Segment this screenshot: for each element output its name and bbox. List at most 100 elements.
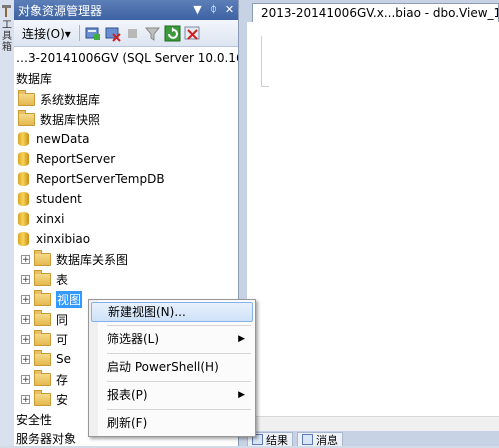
context-menu: 新建视图(N)... 筛选器(L) ▶ 启动 PowerShell(H) 报表(… [88,299,256,437]
tree-system-db-node[interactable]: 系统数据库 [18,89,100,109]
sub-item-label: 数据库关系图 [56,252,129,267]
system-db-label: 系统数据库 [40,92,101,107]
expand-icon[interactable]: + [21,314,30,324]
database-icon [18,172,29,186]
expand-icon[interactable]: + [21,354,30,364]
tree-server-objects-node[interactable]: 服务器对象 [16,428,76,446]
tree-diagrams-node[interactable]: + 数据库关系图 [21,249,128,269]
tree-synonyms-node[interactable]: + 同 [21,309,68,329]
menu-item-new-view[interactable]: 新建视图(N)... [91,302,253,322]
tab-messages[interactable]: 消息 [297,432,343,447]
expand-icon[interactable]: + [21,334,30,344]
stop-icon[interactable] [124,25,141,42]
folder-icon [34,269,51,286]
db-label: newData [36,132,90,146]
menu-item-refresh[interactable]: 刷新(F) [91,413,253,433]
tree-db-node[interactable]: ReportServerTempDB [16,169,165,189]
db-label: xinxibiao [36,232,91,246]
submenu-arrow-icon: ▶ [238,334,245,344]
db-label: xinxi [36,212,65,226]
sub-item-label: 存 [56,372,69,387]
refresh-icon[interactable] [164,25,181,42]
panel-title-bar: 对象资源管理器 ▼ ᛰ ✕ [14,0,238,20]
expand-icon[interactable]: + [21,254,30,264]
disconnect-icon[interactable] [104,25,121,42]
dropdown-icon[interactable]: ▼ [192,3,203,16]
server-objects-label: 服务器对象 [16,431,77,446]
folder-icon [34,289,51,306]
db-label: ReportServerTempDB [36,172,165,186]
view-design-surface[interactable] [247,22,499,416]
tab-view-designer[interactable]: 2013-20141006GV.x...biao - dbo.View_1* [252,3,499,22]
menu-item-powershell[interactable]: 启动 PowerShell(H) [91,357,253,377]
tree-service-broker-node[interactable]: + Se [21,349,71,369]
tree-programmability-node[interactable]: + 可 [21,329,68,349]
toolbar-separator [78,25,80,41]
connect-server-icon[interactable] [84,25,101,42]
folder-icon [34,249,51,266]
tree-storage-node[interactable]: + 存 [21,369,68,389]
db-snapshot-label: 数据库快照 [40,112,101,127]
views-label-selected: 视图 [56,290,83,308]
pane-guide [261,36,262,86]
tree-security-node[interactable]: 安全性 [16,409,52,429]
editor-area: 2013-20141006GV.x...biao - dbo.View_1* 结… [239,0,499,447]
folder-icon [18,109,35,126]
db-label: ReportServer [36,152,116,166]
tree-views-node[interactable]: + 视图 [21,289,83,309]
menu-item-filter[interactable]: 筛选器(L) ▶ [91,329,253,349]
toolbox-label: 工具箱 [2,20,12,53]
expand-icon[interactable]: + [21,294,30,304]
menu-separator [107,325,251,326]
tree-db-node-expanded[interactable]: xinxibiao [16,229,90,249]
pin-icon[interactable]: ᛰ [208,3,219,16]
sub-item-label: 安 [56,392,69,407]
result-tabs: 结果 消息 [247,432,499,447]
security-label: 安全性 [16,412,53,427]
menu-separator [107,409,251,410]
tree-server-node[interactable]: …3-20141006GV (SQL Server 10.0.1600 [16,48,238,68]
expand-icon[interactable]: + [21,274,30,284]
message-icon [302,434,313,445]
menu-separator [107,381,251,382]
database-icon [18,232,29,246]
databases-label: 数据库 [16,71,53,86]
sub-item-label: 可 [56,332,69,347]
sub-item-label: 同 [56,312,69,327]
menu-item-label: 启动 PowerShell(H) [107,360,219,374]
connect-button[interactable]: 连接(O)▾ [18,23,75,44]
tree-databases-node[interactable]: 数据库 [16,68,52,88]
tree-db-snapshot-node[interactable]: 数据库快照 [18,109,100,129]
menu-separator [107,353,251,354]
stop-powershell-icon[interactable] [184,25,201,42]
tree-db-node[interactable]: newData [16,129,89,149]
folder-icon [18,89,35,106]
menu-item-reports[interactable]: 报表(P) ▶ [91,385,253,405]
expand-icon[interactable]: + [21,374,30,384]
filter-icon[interactable] [144,25,161,42]
tab-results-label: 结果 [266,433,288,447]
folder-icon [34,389,51,406]
horizontal-scrollbar[interactable] [247,416,499,431]
database-icon [18,132,29,146]
database-icon [18,152,29,166]
tab-messages-label: 消息 [316,433,338,447]
folder-icon [34,369,51,386]
close-icon[interactable]: ✕ [224,3,235,16]
db-label: student [36,192,82,206]
pane-guide [261,86,269,87]
explorer-toolbar: 连接(O)▾ [14,20,238,47]
folder-icon [34,329,51,346]
expand-icon[interactable]: + [21,394,30,404]
tree-db-node[interactable]: ReportServer [16,149,115,169]
tree-security-sub-node[interactable]: + 安 [21,389,68,409]
sub-item-label: 表 [56,272,69,287]
tree-db-node[interactable]: xinxi [16,209,64,229]
menu-item-label: 新建视图(N)... [108,305,186,319]
tree-db-node[interactable]: student [16,189,82,209]
tree-tables-node[interactable]: + 表 [21,269,68,289]
menu-item-label: 刷新(F) [107,416,148,430]
hammer-icon [2,5,11,17]
toolbox-strip[interactable]: 工具箱 [0,0,15,446]
database-icon [18,192,29,206]
